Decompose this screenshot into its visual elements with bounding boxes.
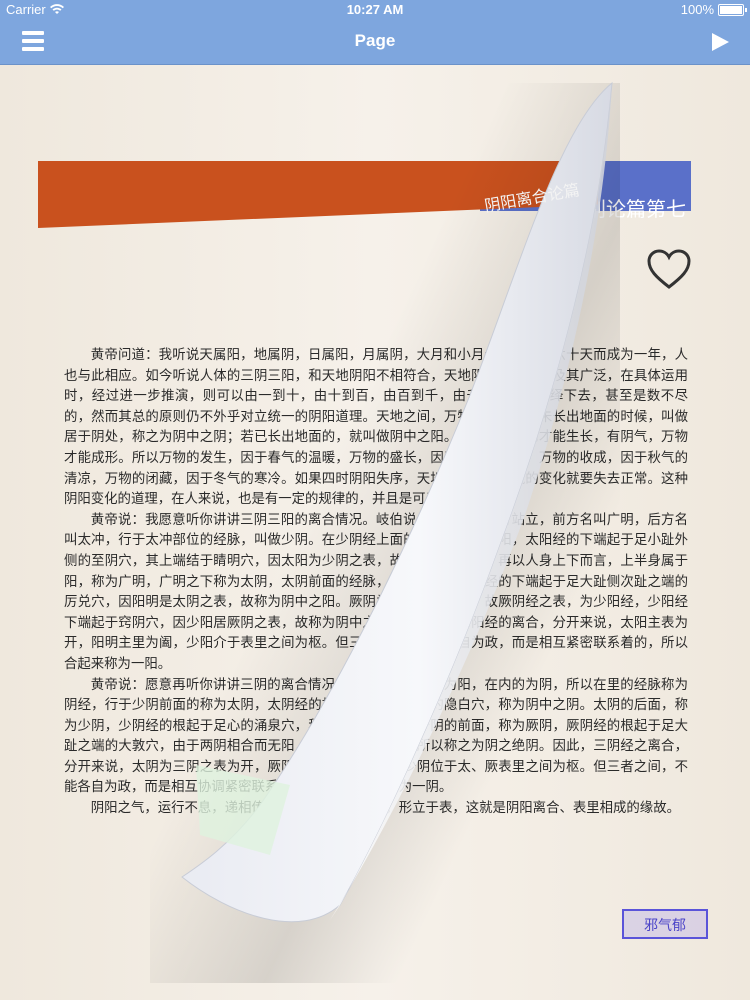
battery-icon [718, 3, 747, 16]
page-title: Page [354, 31, 396, 50]
heart-outline-icon[interactable] [646, 247, 692, 293]
body-paragraph: 黄帝说：我愿意听你讲讲三阴三阳的离合情况。岐伯说：圣人面向南方站立，前方名叫广明… [64, 512, 688, 672]
status-time: 10:27 AM [346, 2, 404, 17]
status-bar: Carrier 10:27 AM 100% [0, 0, 750, 20]
body-paragraph: 阴阳之气，运行不息，递相传注于全身，气运于里，形立于表，这就是阴阳离合、表里相成… [90, 801, 680, 817]
body-paragraph: 黄帝说：愿意再听你讲讲三阴的离合情况。岐伯说：在外的为阳，在内的为阴，所以在里的… [64, 677, 688, 796]
play-icon[interactable] [710, 32, 730, 52]
chapter-body-text: 黄帝问道：我听说天属阳，地属阴，日属阳，月属阴，大月和小月合起来三百六十天而成为… [64, 346, 688, 820]
highlighted-text-selection[interactable]: 邪气郁 [622, 909, 708, 939]
navigation-bar: Page [0, 20, 750, 65]
status-right: 100% [680, 2, 747, 17]
book-page[interactable]: 别论篇第七 黄帝问道：我听说天属阳，地属阴，日属阳，月属阴，大月和小月合起来三百… [0, 65, 750, 1000]
battery-percentage: 100% [680, 2, 714, 17]
body-paragraph: 黄帝问道：我听说天属阳，地属阴，日属阳，月属阴，大月和小月合起来三百六十天而成为… [64, 348, 688, 508]
